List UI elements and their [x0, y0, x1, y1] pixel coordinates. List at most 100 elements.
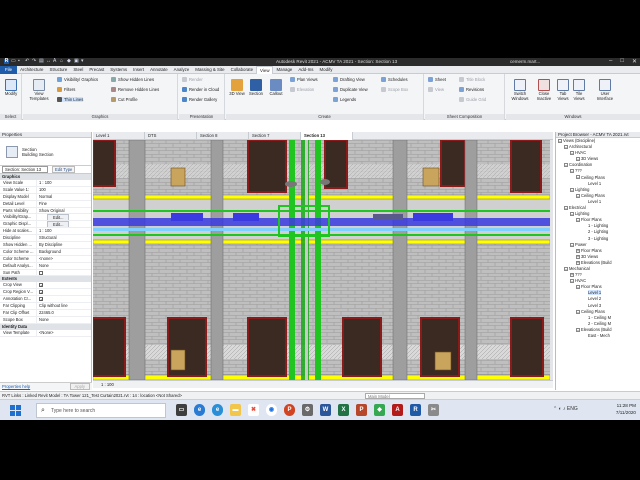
- view-tab-section-8[interactable]: Section 8: [197, 132, 249, 140]
- collapse-icon[interactable]: –: [570, 279, 574, 284]
- cut-profile-button[interactable]: Cut Profile: [111, 97, 138, 102]
- property-row[interactable]: Parts Visibility Show Original: [0, 207, 91, 215]
- expand-icon[interactable]: +: [576, 248, 580, 253]
- property-row[interactable]: Sun Path: [0, 269, 91, 277]
- property-row[interactable]: Color Scheme <none>: [0, 255, 91, 263]
- view-tab-dts[interactable]: DTS: [145, 132, 197, 140]
- property-value[interactable]: None: [37, 317, 91, 323]
- ribbon-tab-precast[interactable]: Precast: [86, 66, 107, 74]
- modify-button[interactable]: Modify: [2, 79, 20, 97]
- property-value[interactable]: Show Original: [37, 208, 91, 214]
- ribbon-tab-architecture[interactable]: Architecture: [17, 66, 46, 74]
- view-scale[interactable]: 1 : 100: [101, 382, 114, 387]
- property-row[interactable]: Visibility/Grap... Edit...: [0, 214, 91, 222]
- property-row[interactable]: Annotation Cr...: [0, 296, 91, 304]
- property-row[interactable]: Color Scheme ... Background: [0, 248, 91, 256]
- drawing-canvas[interactable]: [93, 140, 550, 380]
- section-button[interactable]: Section: [247, 79, 265, 97]
- close-inactive-button[interactable]: Close Inactive: [534, 79, 554, 101]
- collapse-icon[interactable]: –: [576, 193, 580, 198]
- property-row[interactable]: Far Clipping Clip without line: [0, 303, 91, 311]
- text-icon[interactable]: A: [53, 59, 58, 64]
- apply-button[interactable]: Apply: [69, 383, 90, 390]
- property-checkbox[interactable]: [39, 283, 43, 288]
- tray-language[interactable]: ENG: [567, 406, 578, 412]
- property-value[interactable]: Structural: [37, 235, 91, 241]
- edge-icon[interactable]: e: [194, 404, 205, 416]
- property-row[interactable]: Show Hidden ... By Discipline: [0, 242, 91, 249]
- property-edit-button[interactable]: Edit...: [47, 221, 70, 228]
- duplicate-view-button[interactable]: Duplicate View: [333, 87, 368, 92]
- tile-views-button[interactable]: Tile Views: [572, 79, 586, 101]
- edit-type-button[interactable]: Edit Type: [52, 166, 76, 173]
- instance-selector[interactable]: Section: Section 13: [2, 166, 48, 173]
- ribbon-tab-systems[interactable]: Systems: [107, 66, 130, 74]
- render-button[interactable]: Render: [182, 77, 203, 82]
- property-row[interactable]: Default Analys... None: [0, 262, 91, 270]
- ribbon-tab-structure[interactable]: Structure: [47, 66, 71, 74]
- tray-network-icon[interactable]: ◐: [559, 406, 562, 412]
- property-value[interactable]: Fine: [37, 201, 91, 207]
- property-value[interactable]: <none>: [37, 256, 91, 262]
- xbox-icon[interactable]: ✖: [248, 404, 259, 416]
- open-icon[interactable]: ▭: [11, 59, 16, 64]
- render-cloud-button[interactable]: Render in Cloud: [182, 87, 219, 92]
- revisions-button[interactable]: Revisions: [459, 87, 484, 92]
- powerpoint-icon[interactable]: P: [284, 404, 295, 416]
- ie-icon[interactable]: e: [212, 404, 223, 416]
- property-checkbox[interactable]: [39, 290, 43, 295]
- property-value[interactable]: [37, 270, 91, 276]
- browser-node[interactable]: East - Mech: [556, 333, 640, 339]
- ribbon-tab-file[interactable]: File: [0, 65, 18, 74]
- canvas-scrollbar[interactable]: [550, 140, 553, 380]
- property-value[interactable]: By Discipline: [37, 242, 91, 248]
- property-checkbox[interactable]: [39, 270, 43, 275]
- view-tab-level-1[interactable]: Level 1: [93, 132, 145, 140]
- drafting-view-button[interactable]: Drafting View: [333, 77, 365, 82]
- property-row[interactable]: Detail Level Fine: [0, 200, 91, 208]
- print-icon[interactable]: ▤: [39, 59, 44, 64]
- ribbon-tab-collaborate[interactable]: Collaborate: [228, 66, 256, 74]
- property-value[interactable]: None: [37, 263, 91, 269]
- filters-button[interactable]: Filters: [57, 87, 75, 92]
- collapse-icon[interactable]: –: [576, 157, 580, 162]
- ribbon-tab-add-ins[interactable]: Add-Ins: [295, 66, 316, 74]
- collapse-icon[interactable]: –: [570, 212, 574, 217]
- close-button[interactable]: ✕: [632, 58, 637, 65]
- property-value[interactable]: [37, 282, 91, 288]
- switch-windows-button[interactable]: Switch Windows: [509, 79, 531, 101]
- property-row[interactable]: View Scale 1 : 100: [0, 180, 91, 187]
- collapse-icon[interactable]: –: [576, 327, 580, 332]
- property-row[interactable]: Graphic Displ... Edit...: [0, 221, 91, 229]
- settings-icon[interactable]: ⚙: [302, 404, 313, 416]
- property-row[interactable]: Discipline Structural: [0, 235, 91, 243]
- maximize-button[interactable]: □: [620, 58, 624, 65]
- title-block-button[interactable]: Title Block: [459, 77, 485, 82]
- app-green-icon[interactable]: ◆: [374, 404, 385, 416]
- property-row[interactable]: Hide at scales... 1 : 100: [0, 228, 91, 236]
- type-selector[interactable]: Section Building Section: [0, 138, 91, 166]
- collapse-icon[interactable]: –: [576, 309, 580, 314]
- revit-logo-icon[interactable]: R: [4, 59, 9, 64]
- taskbar-search[interactable]: Type here to search: [36, 403, 166, 418]
- property-value[interactable]: 100: [37, 187, 91, 193]
- word-icon[interactable]: W: [320, 404, 331, 416]
- user-name[interactable]: cemerm.mart...: [510, 59, 540, 64]
- section-icon[interactable]: ◆: [67, 59, 72, 64]
- ribbon-tab-analyze[interactable]: Analyze: [171, 66, 193, 74]
- callout-button[interactable]: Callout: [267, 79, 285, 97]
- thin-lines-button[interactable]: Thin Lines: [57, 97, 84, 102]
- view-button[interactable]: View: [428, 87, 444, 92]
- sheet-button[interactable]: Sheet: [428, 77, 446, 82]
- view-templates-button[interactable]: View Templates: [27, 79, 51, 101]
- view-tab-section-7[interactable]: Section 7: [249, 132, 301, 140]
- property-row[interactable]: Crop View: [0, 282, 91, 290]
- property-row[interactable]: Far Clip Offset 22465.0: [0, 310, 91, 317]
- property-value[interactable]: Normal: [37, 194, 91, 200]
- ribbon-tab-view[interactable]: View: [256, 65, 274, 74]
- property-value[interactable]: [37, 289, 91, 295]
- property-row[interactable]: Scale Value 1: 100: [0, 186, 91, 194]
- property-row[interactable]: Crop Region V...: [0, 289, 91, 297]
- taskbar-clock[interactable]: 11:28 PM 7/11/2020: [616, 402, 636, 416]
- property-row[interactable]: View Template <None>: [0, 329, 91, 337]
